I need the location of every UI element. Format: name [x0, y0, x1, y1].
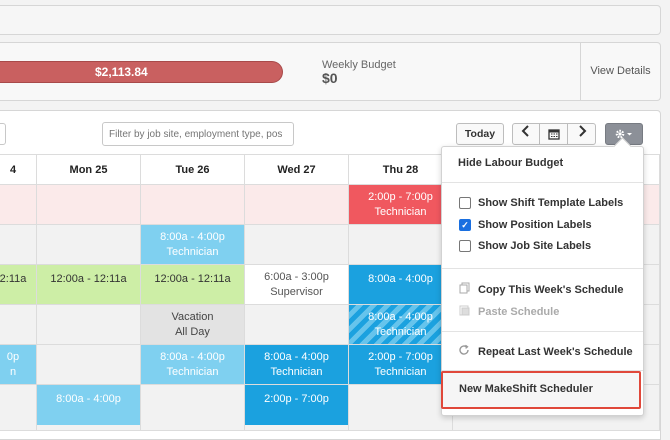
shift-time: 2:00p - 7:00p [368, 351, 433, 363]
shift-block[interactable]: 8:00a - 4:00p [349, 265, 452, 304]
menu-divider [442, 182, 643, 183]
shift-block[interactable]: 8:00a - 4:00p Technician [141, 225, 244, 264]
job-site-labels-checkbox[interactable] [459, 240, 471, 252]
chevron-left-icon [521, 125, 531, 140]
next-week-button[interactable] [567, 123, 596, 145]
day-header: Thu 28 [349, 154, 453, 185]
menu-divider [442, 331, 643, 332]
shift-time: 8:00a - 4:00p [264, 351, 329, 363]
shift-time: 2:00p - 7:00p [368, 191, 433, 203]
shift-block[interactable]: 12:00a - 12:11a [37, 265, 140, 304]
shift-time: 2:00p - 7:00p [264, 393, 329, 405]
schedule-cell[interactable] [0, 385, 37, 431]
shift-time: 8:00a - 4:00p [56, 393, 121, 405]
shift-role: Supervisor [270, 286, 323, 298]
schedule-cell[interactable] [245, 225, 349, 265]
shift-role: Technician [270, 366, 323, 378]
shift-block[interactable]: 8:00a - 4:00p Technician [245, 345, 348, 384]
schedule-cell[interactable] [37, 345, 141, 385]
shift-block[interactable]: 2:00p - 7:00p Technician [349, 185, 452, 224]
shift-block[interactable]: 12:00a - 12:11a [141, 265, 244, 304]
day-header: 4 [0, 154, 37, 185]
shift-role: Technician [374, 326, 427, 338]
time-off-type: Vacation [171, 311, 214, 323]
shift-block[interactable]: 8:00a - 4:00p Technician [349, 305, 452, 344]
paste-icon [459, 304, 470, 322]
shift-time: 6:00a - 3:00p [264, 271, 329, 283]
left-toolbar-button[interactable] [0, 123, 6, 145]
position-labels-checkbox[interactable]: ✓ [459, 219, 471, 231]
shift-time: 12:00a - 12:11a [154, 273, 231, 285]
chevron-right-icon [577, 125, 587, 140]
shift-role: Technician [374, 206, 427, 218]
shift-block[interactable]: 8:00a - 4:00p [37, 385, 140, 425]
repeat-icon [459, 344, 470, 362]
day-header: Wed 27 [245, 154, 349, 185]
show-job-site-labels-item[interactable]: Show Job Site Labels [478, 238, 591, 254]
shift-time: 12:00a - 12:11a [50, 273, 127, 285]
calendar-icon [547, 129, 560, 143]
top-bar [0, 5, 661, 35]
filter-input[interactable] [102, 122, 294, 146]
shift-time: 2:11a [0, 273, 27, 285]
shift-block[interactable]: 0p n [0, 345, 36, 384]
shift-block[interactable]: 2:00p - 7:00p [245, 385, 348, 425]
schedule-cell[interactable] [37, 225, 141, 265]
shift-block[interactable]: 8:00a - 4:00p Technician [141, 345, 244, 384]
repeat-last-week-item[interactable]: Repeat Last Week's Schedule [478, 344, 633, 360]
shift-role: Technician [166, 246, 219, 258]
time-off-duration: All Day [175, 326, 210, 338]
day-header: Tue 26 [141, 154, 245, 185]
weekly-budget-value: $0 [322, 70, 338, 86]
budget-amount: $2,113.84 [95, 65, 148, 79]
shift-block[interactable]: 6:00a - 3:00p Supervisor [245, 265, 348, 304]
shift-block[interactable]: 2:00p - 7:00p Technician [349, 345, 452, 384]
schedule-cell[interactable] [37, 185, 141, 225]
schedule-cell[interactable] [141, 385, 245, 431]
shift-template-checkbox[interactable] [459, 197, 471, 209]
shift-time: 8:00a - 4:00p [160, 351, 225, 363]
schedule-cell[interactable] [37, 305, 141, 345]
calendar-button[interactable] [539, 123, 568, 145]
day-header: Mon 25 [37, 154, 141, 185]
schedule-cell[interactable] [141, 185, 245, 225]
paste-schedule-item[interactable]: Paste Schedule [478, 304, 559, 320]
shift-time: 8:00a - 4:00p [368, 273, 433, 285]
schedule-cell[interactable] [0, 305, 37, 345]
schedule-cell[interactable] [0, 225, 37, 265]
today-button[interactable]: Today [456, 123, 504, 145]
schedule-cell[interactable] [349, 385, 453, 431]
shift-time: 0p [6, 351, 20, 363]
show-position-labels-item[interactable]: Show Position Labels [478, 217, 592, 233]
shift-block[interactable]: 2:11a [0, 265, 36, 304]
budget-panel: $2,113.84 Weekly Budget $0 View Details [0, 42, 661, 101]
copy-week-schedule-item[interactable]: Copy This Week's Schedule [478, 282, 623, 298]
new-makeshift-scheduler-item[interactable]: New MakeShift Scheduler [441, 371, 641, 409]
schedule-cell[interactable] [245, 305, 349, 345]
shift-role: Technician [374, 366, 427, 378]
schedule-cell[interactable] [245, 185, 349, 225]
show-shift-template-labels-item[interactable]: Show Shift Template Labels [478, 195, 623, 211]
shift-role: n [9, 366, 17, 378]
menu-divider [442, 268, 643, 269]
view-details-button[interactable]: View Details [580, 43, 660, 100]
prev-week-button[interactable] [512, 123, 540, 145]
hide-labour-budget-item[interactable]: Hide Labour Budget [458, 155, 563, 171]
shift-time: 8:00a - 4:00p [368, 311, 433, 323]
schedule-cell[interactable] [349, 225, 453, 265]
budget-progress-bar: $2,113.84 [0, 61, 283, 83]
checkmark-icon: ✓ [461, 220, 469, 230]
shift-role: Technician [166, 366, 219, 378]
shift-time: 8:00a - 4:00p [160, 231, 225, 243]
copy-icon [459, 282, 470, 300]
new-makeshift-scheduler-label: New MakeShift Scheduler [459, 383, 593, 395]
schedule-cell[interactable] [0, 185, 37, 225]
time-off-block[interactable]: Vacation All Day [141, 305, 244, 344]
